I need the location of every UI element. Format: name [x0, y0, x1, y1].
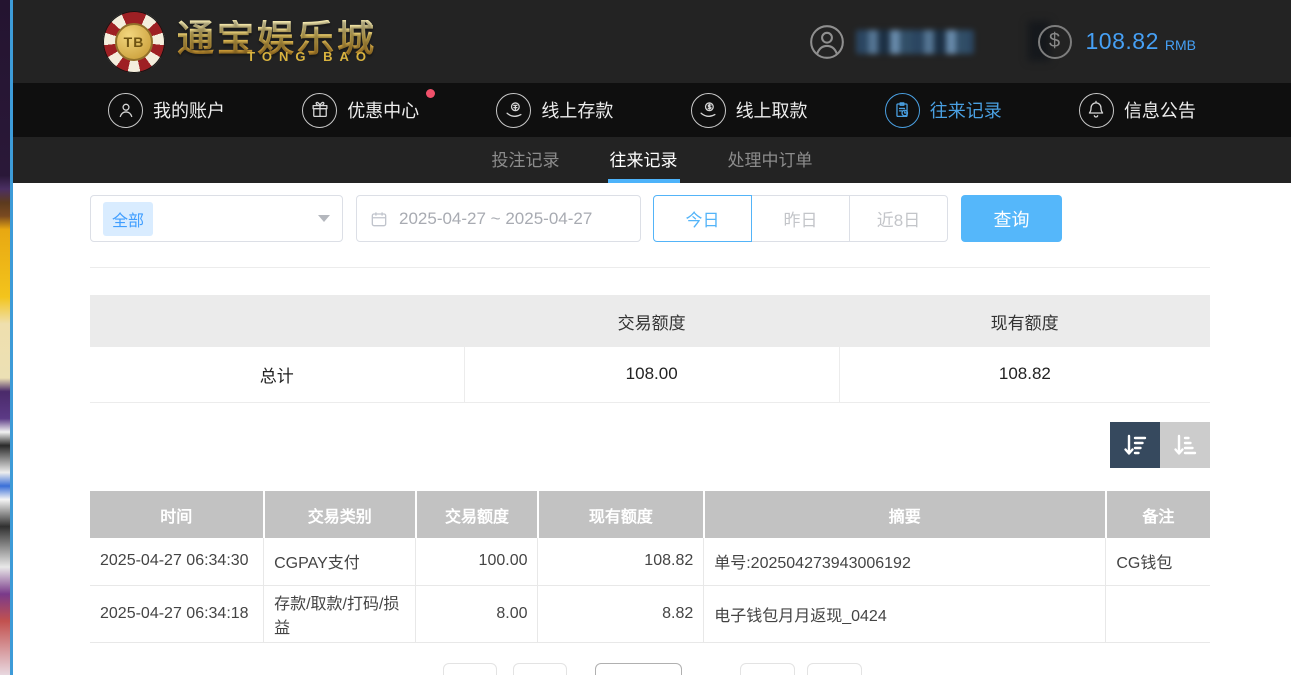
table-row: 2025-04-27 06:34:18 存款/取款/打码/损益 8.00 8.8…	[90, 585, 1210, 642]
cell-remark	[1106, 585, 1210, 642]
balance-currency: RMB	[1165, 31, 1196, 53]
sort-ascending-icon	[1170, 430, 1200, 460]
top-header: TB 通宝娱乐城 TONG BAO $ 108.82 RMB	[13, 0, 1291, 83]
col-header-summary: 摘要	[704, 491, 1106, 538]
yesterday-button[interactable]: 昨日	[751, 195, 850, 242]
last-8-days-button[interactable]: 近8日	[849, 195, 948, 242]
app-window: TB 通宝娱乐城 TONG BAO $ 108.82 RMB	[13, 0, 1291, 675]
pagination-button[interactable]	[443, 663, 497, 675]
background-window-sliver	[0, 0, 10, 675]
notification-dot	[426, 89, 435, 98]
type-select[interactable]: 全部	[90, 195, 343, 242]
summary-current-amount: 108.82	[839, 347, 1210, 402]
col-header-type: 交易类别	[264, 491, 416, 538]
balance-group: $ 108.82 RMB	[1038, 25, 1196, 59]
pagination-current-page[interactable]	[595, 663, 682, 675]
summary-header-trade: 交易额度	[464, 295, 839, 347]
tab-processing-orders[interactable]: 处理中订单	[726, 137, 815, 183]
summary-header-row: 交易额度 现有额度	[90, 295, 1210, 347]
section-divider	[90, 267, 1210, 268]
site-logo[interactable]: TB 通宝娱乐城 TONG BAO	[103, 11, 377, 73]
quick-date-group: 今日 昨日 近8日	[653, 195, 948, 242]
pagination-button[interactable]	[740, 663, 795, 675]
deposit-icon	[496, 93, 531, 128]
today-button[interactable]: 今日	[653, 195, 752, 242]
records-header-row: 时间 交易类别 交易额度 现有额度 摘要 备注	[90, 491, 1210, 538]
cell-trade-amount: 8.00	[416, 585, 538, 642]
cell-summary: 单号:202504273943006192	[704, 538, 1106, 585]
selected-type-chip: 全部	[103, 202, 153, 236]
records-icon	[885, 93, 920, 128]
summary-total-row: 总计 108.00 108.82	[90, 347, 1210, 402]
username-blurred	[856, 30, 974, 54]
tab-transaction-records[interactable]: 往来记录	[608, 137, 680, 183]
col-header-remark: 备注	[1106, 491, 1210, 538]
summary-table: 交易额度 现有额度 总计 108.00 108.82	[90, 295, 1210, 403]
nav-label: 我的账户	[153, 97, 225, 123]
cell-remark: CG钱包	[1106, 538, 1210, 585]
col-header-time: 时间	[90, 491, 264, 538]
summary-trade-amount: 108.00	[464, 347, 839, 402]
date-range-value: 2025-04-27 ~ 2025-04-27	[399, 209, 592, 229]
coin-icon: $	[1038, 25, 1072, 59]
sort-descending-icon	[1120, 430, 1150, 460]
records-table: 时间 交易类别 交易额度 现有额度 摘要 备注 2025-04-27 06:34…	[90, 491, 1210, 643]
calendar-icon	[369, 209, 389, 229]
balance-amount: 108.82	[1086, 28, 1159, 55]
chip-monogram: TB	[115, 23, 153, 61]
nav-item-promotions[interactable]: 优惠中心	[302, 93, 419, 128]
col-header-trade-amount: 交易额度	[416, 491, 538, 538]
summary-header-empty	[90, 295, 464, 347]
cell-time: 2025-04-27 06:34:30	[90, 538, 264, 585]
screen: TB 通宝娱乐城 TONG BAO $ 108.82 RMB	[0, 0, 1291, 675]
nav-item-my-account[interactable]: 我的账户	[108, 93, 225, 128]
main-navigation: 我的账户 优惠中心 线上存款 线上取款	[13, 83, 1291, 137]
search-button[interactable]: 查询	[961, 195, 1062, 242]
nav-item-withdraw[interactable]: 线上取款	[691, 93, 808, 128]
sort-toolbar	[1110, 422, 1210, 468]
user-avatar-icon	[808, 23, 846, 61]
record-tabs: 投注记录 往来记录 处理中订单	[13, 137, 1291, 183]
cell-summary: 电子钱包月月返现_0424	[704, 585, 1106, 642]
col-header-current-amount: 现有额度	[538, 491, 704, 538]
gift-icon	[302, 93, 337, 128]
tab-betting-records[interactable]: 投注记录	[490, 137, 562, 183]
logo-text: 通宝娱乐城 TONG BAO	[177, 20, 377, 64]
nav-item-announcements[interactable]: 信息公告	[1079, 93, 1196, 128]
nav-item-transaction-records[interactable]: 往来记录	[885, 93, 1002, 128]
cell-type: 存款/取款/打码/损益	[264, 585, 416, 642]
nav-label: 线上取款	[736, 97, 808, 123]
nav-label: 往来记录	[930, 97, 1002, 123]
user-icon	[108, 93, 143, 128]
nav-item-deposit[interactable]: 线上存款	[496, 93, 613, 128]
cell-current-amount: 108.82	[538, 538, 704, 585]
nav-label: 信息公告	[1124, 97, 1196, 123]
content-area: 全部 2025-04-27 ~ 2025-04-27 今日 昨日 近8日 查询	[13, 183, 1291, 675]
table-row: 2025-04-27 06:34:30 CGPAY支付 100.00 108.8…	[90, 538, 1210, 585]
summary-total-label: 总计	[90, 347, 464, 402]
cell-current-amount: 8.82	[538, 585, 704, 642]
pagination	[13, 663, 1291, 675]
cell-type: CGPAY支付	[264, 538, 416, 585]
cell-trade-amount: 100.00	[416, 538, 538, 585]
nav-label: 线上存款	[541, 97, 613, 123]
casino-chip-icon: TB	[103, 11, 165, 73]
nav-label: 优惠中心	[347, 97, 419, 123]
pagination-button[interactable]	[513, 663, 567, 675]
chevron-down-icon	[318, 215, 330, 222]
pagination-button[interactable]	[807, 663, 862, 675]
withdraw-icon	[691, 93, 726, 128]
sort-descending-button[interactable]	[1110, 422, 1160, 468]
cell-time: 2025-04-27 06:34:18	[90, 585, 264, 642]
summary-header-current: 现有额度	[839, 295, 1210, 347]
sort-ascending-button[interactable]	[1160, 422, 1210, 468]
account-summary: $ 108.82 RMB	[808, 23, 1196, 61]
date-range-input[interactable]: 2025-04-27 ~ 2025-04-27	[356, 195, 641, 242]
bell-icon	[1079, 93, 1114, 128]
filter-bar: 全部 2025-04-27 ~ 2025-04-27 今日 昨日 近8日 查询	[90, 195, 1062, 242]
